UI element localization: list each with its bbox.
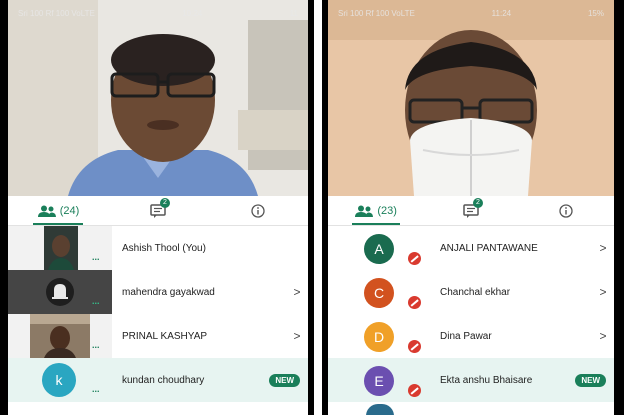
list-item[interactable]: k ... kundan choudhary NEW: [8, 358, 308, 402]
list-item[interactable]: ... Ashish Thool (You): [8, 226, 308, 270]
status-bar: Sri 100 Rf 100 VoLTE 10:24 11: [18, 6, 298, 20]
participant-name: ANJALI PANTAWANE: [440, 242, 538, 254]
carrier-text: Sri 100 Rf 100 VoLTE: [18, 8, 95, 18]
tab-participants[interactable]: (23): [328, 196, 423, 225]
participants-count: (24): [59, 204, 80, 217]
participant-video-thumbnail: ...: [8, 226, 112, 270]
time-text: 10:24: [182, 8, 203, 18]
chevron-right-icon[interactable]: >: [592, 241, 614, 255]
tab-info[interactable]: [208, 196, 308, 225]
list-item[interactable]: A ANJALI PANTAWANE >: [328, 226, 614, 270]
more-icon[interactable]: ...: [92, 296, 100, 306]
tab-info[interactable]: [519, 196, 614, 225]
chevron-right-icon[interactable]: >: [592, 285, 614, 299]
time-text: 11:24: [491, 8, 512, 18]
participant-video-thumbnail: ...: [8, 270, 112, 314]
participant-list: ... Ashish Thool (You) ... mahendra gaya…: [8, 226, 308, 415]
participant-avatar-area: k ...: [8, 358, 112, 402]
tab-participants[interactable]: (24): [8, 196, 108, 225]
list-item[interactable]: C Chanchal ekhar >: [328, 270, 614, 314]
chat-unread-badge: 2: [472, 197, 483, 208]
participant-list: A ANJALI PANTAWANE > C Chanchal ekhar > …: [328, 226, 614, 415]
avatar: k: [42, 363, 76, 397]
carrier-text: Sri 100 Rf 100 VoLTE: [338, 8, 415, 18]
participant-name: Ashish Thool (You): [122, 242, 206, 254]
info-icon: [251, 203, 265, 218]
mic-muted-icon: [408, 340, 421, 353]
info-icon: [559, 203, 573, 218]
people-icon: [37, 205, 56, 217]
new-badge: NEW: [575, 373, 606, 387]
chat-unread-badge: 2: [160, 197, 170, 208]
more-icon[interactable]: ...: [92, 340, 100, 350]
chevron-right-icon[interactable]: >: [286, 329, 308, 343]
avatar: A: [364, 234, 394, 264]
meeting-tabs: (24) 2: [8, 196, 308, 226]
speaker-video: [328, 0, 614, 196]
avatar: [366, 404, 394, 415]
participant-name: PRINAL KASHYAP: [122, 330, 208, 342]
list-item[interactable]: D Dina Pawar >: [328, 314, 614, 358]
battery-text: 15%: [587, 8, 604, 18]
mic-muted-icon: [408, 252, 421, 265]
speaker-video: [8, 0, 308, 196]
chevron-right-icon[interactable]: >: [286, 285, 308, 299]
chevron-right-icon[interactable]: >: [592, 329, 614, 343]
battery-text: 11: [289, 8, 298, 18]
participants-count: (23): [377, 204, 397, 217]
status-bar: Sri 100 Rf 100 VoLTE 11:24 15%: [338, 6, 604, 20]
meeting-tabs: (23) 2: [328, 196, 614, 226]
left-phone-screen: Sri 100 Rf 100 VoLTE 10:24 11 (24) 2 ...…: [0, 0, 314, 415]
avatar: E: [364, 366, 394, 396]
new-badge: NEW: [269, 373, 300, 387]
more-icon[interactable]: ...: [92, 384, 100, 394]
participant-name: mahendra gayakwad: [122, 286, 215, 298]
more-icon[interactable]: ...: [92, 252, 100, 262]
avatar: D: [364, 322, 394, 352]
avatar: C: [364, 278, 394, 308]
people-icon: [355, 205, 374, 217]
tab-chat[interactable]: 2: [108, 196, 208, 225]
mic-muted-icon: [408, 296, 421, 309]
tab-chat[interactable]: 2: [423, 196, 518, 225]
right-phone-screen: Sri 100 Rf 100 VoLTE 11:24 15% (23) 2 A …: [322, 0, 624, 415]
participant-name: Dina Pawar: [440, 330, 492, 342]
participant-name: kundan choudhary: [122, 374, 205, 386]
mic-muted-icon: [408, 384, 421, 397]
list-item[interactable]: E Ekta anshu Bhaisare NEW: [328, 358, 614, 402]
participant-name: Ekta anshu Bhaisare: [440, 374, 533, 386]
participant-name: Chanchal ekhar: [440, 286, 511, 298]
list-item[interactable]: ... PRINAL KASHYAP >: [8, 314, 308, 358]
participant-video-thumbnail: ...: [8, 314, 112, 358]
list-item[interactable]: ... mahendra gayakwad >: [8, 270, 308, 314]
